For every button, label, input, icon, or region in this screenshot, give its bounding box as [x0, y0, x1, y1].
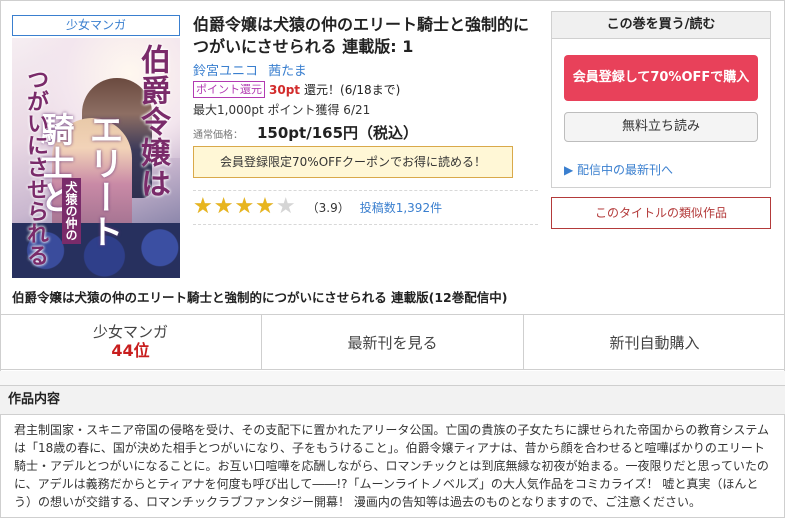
section-gap	[0, 371, 785, 385]
max-points: 最大1,000pt ポイント獲得 6/21	[193, 103, 371, 117]
author-link-2[interactable]: 茜たま	[268, 64, 307, 79]
points-row: ポイント還元 30pt 還元！(6/18まで)	[193, 81, 400, 98]
price-value: 150pt/165円（税込）	[257, 124, 419, 142]
divider	[193, 190, 538, 191]
action-strip: 少女マンガ 44位 最新刊を見る 新刊自動購入	[0, 314, 785, 370]
free-preview-button[interactable]: 無料立ち読み	[564, 112, 758, 142]
view-latest-button[interactable]: 最新刊を見る	[262, 315, 524, 369]
price-label: 通常価格：	[193, 130, 243, 141]
similar-titles-button[interactable]: このタイトルの類似作品	[551, 197, 771, 229]
ranking-cell[interactable]: 少女マンガ 44位	[0, 315, 262, 369]
author-link-1[interactable]: 鈴宮ユニコ	[193, 64, 258, 79]
buy-box: この巻を買う/読む 会員登録して70%OFFで購入 無料立ち読み ▶ 配信中の最…	[551, 11, 771, 188]
points-badge: ポイント還元	[193, 81, 265, 98]
points-suffix: 還元！(6/18まで)	[304, 83, 401, 97]
review-count-link[interactable]: 投稿数1,392件	[360, 199, 442, 216]
rating-row: ★★★★★ ★★★★★ （3.9） 投稿数1,392件	[193, 196, 442, 218]
latest-volume-link[interactable]: ▶ 配信中の最新刊へ	[564, 161, 673, 178]
genre-tag[interactable]: 少女マンガ	[12, 15, 180, 36]
description-text: 君主制国家・スキニア帝国の侵略を受け、その支配下に置かれたアリータ公国。亡国の貴…	[14, 423, 770, 509]
cover-subtitle: 犬猿の仲の	[62, 178, 81, 244]
ranking-position: 44位	[111, 341, 150, 360]
auto-buy-button[interactable]: 新刊自動購入	[524, 315, 785, 369]
book-title: 伯爵令嬢は犬猿の仲のエリート騎士と強制的につがいにさせられる 連載版: 1	[193, 15, 530, 56]
cover-title-1: 伯爵令嬢は	[135, 44, 170, 199]
cover-title-3: つがいにさせられる	[23, 68, 49, 266]
coupon-banner[interactable]: 会員登録限定70%OFFクーポンでお得に読める！	[193, 146, 513, 178]
description-header: 作品内容	[0, 385, 785, 415]
series-title: 伯爵令嬢は犬猿の仲のエリート騎士と強制的につがいにさせられる 連載版(12巻配信…	[12, 290, 508, 305]
authors: 鈴宮ユニコ 茜たま	[193, 60, 313, 79]
buy-box-header: この巻を買う/読む	[552, 12, 770, 39]
price-row: 通常価格： 150pt/165円（税込）	[193, 122, 418, 143]
rating-stars-icon: ★★★★★ ★★★★★	[193, 194, 297, 219]
points-amount: 30pt	[269, 82, 301, 97]
divider	[193, 224, 538, 225]
cover-image[interactable]: 伯爵令嬢は エリート騎士と つがいにさせられる 犬猿の仲の	[12, 38, 180, 278]
register-purchase-button[interactable]: 会員登録して70%OFFで購入	[564, 55, 758, 101]
rating-score: （3.9）	[306, 200, 350, 215]
ranking-genre: 少女マンガ	[92, 323, 168, 341]
